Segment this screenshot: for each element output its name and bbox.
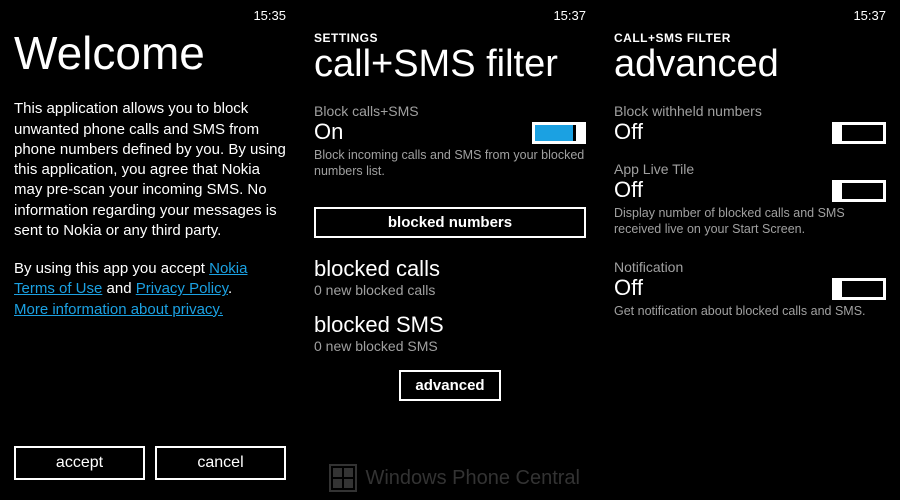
block-withheld-setting: Block withheld numbers Off: [614, 103, 886, 147]
windows-icon: [329, 464, 357, 492]
text: .: [228, 280, 232, 297]
button-row: accept cancel: [14, 446, 286, 486]
blocked-numbers-button[interactable]: blocked numbers: [314, 207, 586, 238]
more-privacy-link[interactable]: More information about privacy.: [14, 301, 223, 318]
notification-setting: Notification Off Get notification about …: [614, 259, 886, 327]
setting-value: Off: [614, 275, 643, 301]
block-calls-toggle[interactable]: [532, 122, 586, 144]
welcome-body-1: This application allows you to block unw…: [14, 99, 286, 241]
live-tile-setting: App Live Tile Off Display number of bloc…: [614, 161, 886, 246]
toggle-row: On: [314, 119, 586, 147]
blocked-calls-heading[interactable]: blocked calls: [314, 256, 586, 282]
setting-label: App Live Tile: [614, 161, 886, 177]
setting-description: Get notification about blocked calls and…: [614, 303, 886, 319]
setting-value: Off: [614, 177, 643, 203]
blocked-calls-sub: 0 new blocked calls: [314, 282, 586, 298]
status-bar: 15:37: [614, 8, 886, 23]
page-title: Welcome: [14, 29, 286, 77]
toggle-row: Off: [614, 275, 886, 303]
cancel-button[interactable]: cancel: [155, 446, 286, 480]
watermark: Windows Phone Central: [329, 464, 580, 492]
setting-value: Off: [614, 119, 643, 145]
settings-screen: 15:37 SETTINGS call+SMS filter Block cal…: [300, 0, 600, 500]
advanced-screen: 15:37 CALL+SMS FILTER advanced Block wit…: [600, 0, 900, 500]
block-withheld-toggle[interactable]: [832, 122, 886, 144]
welcome-body-2: By using this app you accept Nokia Terms…: [14, 259, 286, 320]
accept-button[interactable]: accept: [14, 446, 145, 480]
advanced-button[interactable]: advanced: [399, 370, 500, 401]
toggle-row: Off: [614, 119, 886, 147]
toggle-row: Off: [614, 177, 886, 205]
blocked-sms-sub: 0 new blocked SMS: [314, 338, 586, 354]
block-calls-sms-setting: Block calls+SMS On Block incoming calls …: [314, 103, 586, 188]
privacy-link[interactable]: Privacy Policy: [136, 280, 228, 297]
page-title: advanced: [614, 45, 886, 85]
setting-label: Notification: [614, 259, 886, 275]
text: and: [102, 280, 135, 297]
watermark-text: Windows Phone Central: [365, 467, 580, 490]
setting-description: Block incoming calls and SMS from your b…: [314, 147, 586, 180]
notification-toggle[interactable]: [832, 278, 886, 300]
live-tile-toggle[interactable]: [832, 180, 886, 202]
welcome-screen: 15:35 Welcome This application allows yo…: [0, 0, 300, 500]
setting-label: Block withheld numbers: [614, 103, 886, 119]
page-title: call+SMS filter: [314, 45, 586, 85]
status-bar: 15:37: [314, 8, 586, 23]
clock: 15:37: [553, 8, 586, 23]
status-bar: 15:35: [14, 8, 286, 23]
text: By using this app you accept: [14, 260, 209, 277]
setting-label: Block calls+SMS: [314, 103, 586, 119]
blocked-sms-heading[interactable]: blocked SMS: [314, 312, 586, 338]
clock: 15:35: [253, 8, 286, 23]
setting-description: Display number of blocked calls and SMS …: [614, 205, 886, 238]
setting-value: On: [314, 119, 343, 145]
clock: 15:37: [853, 8, 886, 23]
